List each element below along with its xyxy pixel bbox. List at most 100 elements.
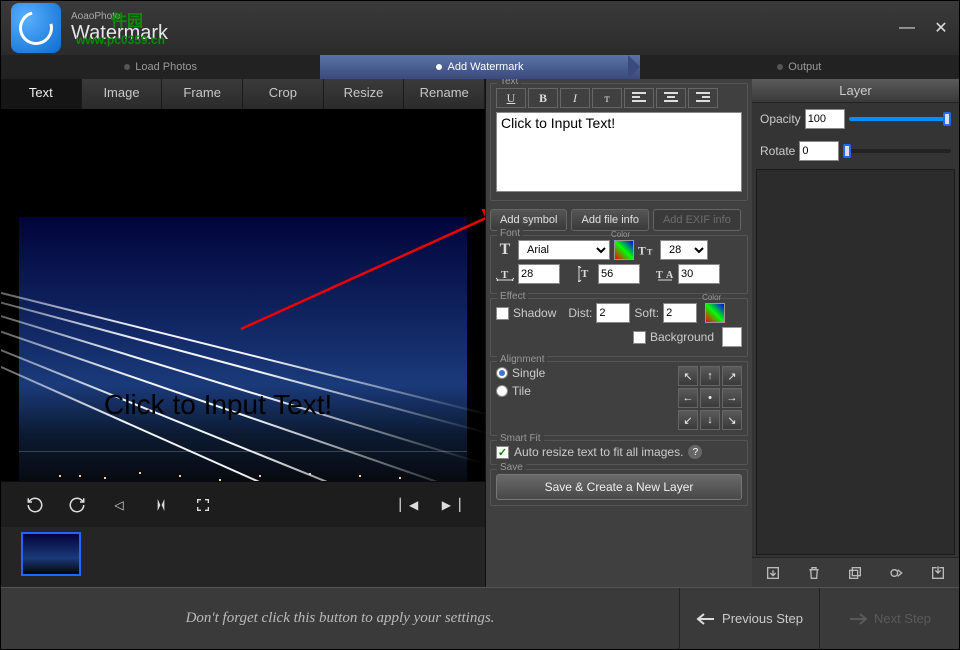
prev-photo-button[interactable]: ▏◀ [399, 495, 419, 515]
smartfit-fieldset: Smart Fit Auto resize text to fit all im… [490, 440, 748, 465]
duplicate-layer-icon[interactable] [846, 564, 864, 582]
fullscreen-icon[interactable] [193, 495, 213, 515]
fieldset-legend: Font [497, 228, 523, 239]
opacity-label: Opacity [760, 112, 801, 126]
italic-button[interactable]: I [560, 88, 590, 108]
rotate-slider[interactable] [843, 149, 951, 153]
layer-header: Layer [752, 79, 959, 103]
step-load-photos[interactable]: Load Photos [1, 55, 320, 79]
tracking-icon: TA [656, 265, 674, 283]
delete-layer-icon[interactable] [805, 564, 823, 582]
align-tile-radio[interactable] [496, 385, 508, 397]
next-step-button[interactable]: Next Step [819, 588, 959, 650]
previous-step-button[interactable]: Previous Step [679, 588, 819, 650]
align-tr-button[interactable]: ↗ [722, 366, 742, 386]
line-height-input[interactable] [598, 264, 640, 284]
shadow-checkbox[interactable] [496, 307, 509, 320]
align-single-radio[interactable] [496, 367, 508, 379]
add-exif-button: Add EXIF info [653, 209, 741, 231]
rotate-label: Rotate [760, 144, 795, 158]
fieldset-legend: Alignment [497, 354, 547, 365]
align-br-button[interactable]: ↘ [722, 410, 742, 430]
flip-vertical-icon[interactable] [151, 495, 171, 515]
opacity-input[interactable] [805, 109, 845, 129]
svg-text:T: T [647, 248, 653, 257]
nav-label: Next Step [874, 611, 931, 626]
background-checkbox[interactable] [633, 331, 646, 344]
tab-image[interactable]: Image [82, 79, 163, 109]
background-color-swatch[interactable] [722, 327, 742, 347]
text-fieldset: Text U B I ᴛ Click to Input Text! [490, 83, 748, 201]
underline-button[interactable]: U [496, 88, 526, 108]
flip-horizontal-icon[interactable]: ◁ [109, 495, 129, 515]
rotate-ccw-button[interactable] [25, 495, 45, 515]
step-bar: Load Photos Add Watermark Output [1, 55, 959, 79]
layer-toolbar [752, 557, 959, 587]
alignment-grid: ↖ ↑ ↗ ← • → ↙ ↓ ↘ [678, 366, 742, 430]
alignment-fieldset: Alignment Single Tile ↖ ↑ ↗ ← • → ↙ ↓ ↘ [490, 361, 748, 436]
watermark-text-input[interactable]: Click to Input Text! [496, 112, 742, 192]
bold-button[interactable]: B [528, 88, 558, 108]
align-c-button[interactable]: • [700, 388, 720, 408]
add-file-info-button[interactable]: Add file info [571, 209, 648, 231]
next-photo-button[interactable]: ▶▕ [441, 495, 461, 515]
tab-frame[interactable]: Frame [162, 79, 243, 109]
align-bl-button[interactable]: ↙ [678, 410, 698, 430]
step-output[interactable]: Output [640, 55, 959, 79]
auto-resize-checkbox[interactable] [496, 446, 509, 459]
footer-hint: Don't forget click this button to apply … [1, 610, 679, 627]
opacity-slider[interactable] [849, 117, 951, 121]
tracking-input[interactable] [678, 264, 720, 284]
tab-resize[interactable]: Resize [324, 79, 405, 109]
thumbnail[interactable] [21, 532, 81, 576]
rotate-input[interactable] [799, 141, 839, 161]
nav-label: Previous Step [722, 611, 803, 626]
preview-canvas[interactable]: Click to Input Text! [1, 109, 485, 481]
rotate-cw-button[interactable] [67, 495, 87, 515]
align-b-button[interactable]: ↓ [700, 410, 720, 430]
layer-list[interactable] [756, 169, 955, 555]
align-center-button[interactable] [656, 88, 686, 108]
subtab-bar: Text Image Frame Crop Resize Rename [1, 79, 485, 109]
shadow-dist-input[interactable] [596, 303, 630, 323]
font-fieldset: Font T Arial TT 28 T T TA [490, 235, 748, 294]
preview-image: Click to Input Text! [19, 217, 467, 481]
app-logo-icon [11, 3, 61, 53]
font-family-select[interactable]: Arial [518, 240, 610, 260]
tab-rename[interactable]: Rename [404, 79, 485, 109]
font-size-select[interactable]: 28 [660, 240, 708, 260]
shadow-color-swatch[interactable] [705, 303, 725, 323]
font-size-icon: TT [638, 241, 656, 259]
align-l-button[interactable]: ← [678, 388, 698, 408]
align-t-button[interactable]: ↑ [700, 366, 720, 386]
svg-text:T: T [581, 268, 589, 280]
tab-crop[interactable]: Crop [243, 79, 324, 109]
align-r-button[interactable]: → [722, 388, 742, 408]
svg-text:T: T [638, 245, 646, 258]
step-add-watermark[interactable]: Add Watermark [320, 55, 639, 79]
align-left-button[interactable] [624, 88, 654, 108]
align-tl-button[interactable]: ↖ [678, 366, 698, 386]
step-label: Output [788, 61, 821, 73]
char-width-icon: T [496, 265, 514, 283]
import-layer-icon[interactable] [929, 564, 947, 582]
save-layer-button[interactable]: Save & Create a New Layer [496, 474, 742, 500]
arrow-right-icon [848, 612, 868, 626]
close-button[interactable]: ✕ [933, 20, 949, 36]
font-color-swatch[interactable] [614, 240, 634, 260]
step-label: Add Watermark [447, 61, 523, 73]
layer-options-icon[interactable] [888, 564, 906, 582]
preview-column: Text Image Frame Crop Resize Rename Clic… [1, 79, 486, 587]
tab-text[interactable]: Text [1, 79, 82, 109]
align-right-button[interactable] [688, 88, 718, 108]
export-layer-icon[interactable] [764, 564, 782, 582]
minimize-button[interactable]: — [899, 20, 915, 36]
watermark-text-overlay[interactable]: Click to Input Text! [104, 389, 332, 421]
shadow-soft-input[interactable] [663, 303, 697, 323]
line-height-icon: T [576, 265, 594, 283]
char-width-input[interactable] [518, 264, 560, 284]
strike-button[interactable]: ᴛ [592, 88, 622, 108]
help-icon[interactable]: ? [688, 445, 702, 459]
ghost-text: 件园 [111, 7, 143, 31]
align-single-label: Single [512, 366, 545, 380]
